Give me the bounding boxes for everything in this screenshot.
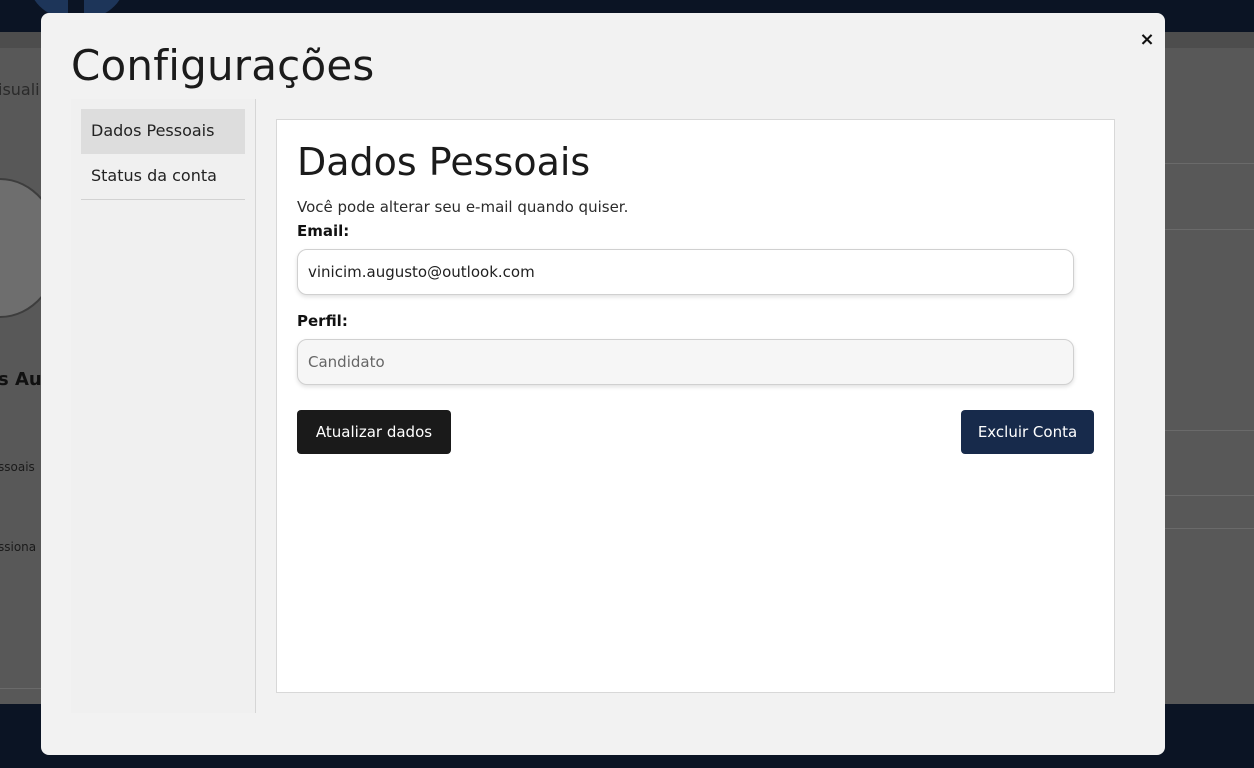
email-label: Email: bbox=[297, 222, 350, 240]
personal-data-panel: Dados Pessoais Você pode alterar seu e-m… bbox=[276, 119, 1115, 693]
background-divider bbox=[1165, 229, 1254, 230]
modal-title: Configurações bbox=[71, 41, 375, 90]
sidebar-item-status-da-conta[interactable]: Status da conta bbox=[81, 154, 245, 199]
delete-account-button[interactable]: Excluir Conta bbox=[961, 410, 1094, 454]
background-text-fragment: ssoais bbox=[0, 460, 35, 474]
background-divider bbox=[1165, 495, 1254, 496]
update-data-button[interactable]: Atualizar dados bbox=[297, 410, 451, 454]
background-text-fragment: ssiona bbox=[0, 540, 37, 554]
email-field[interactable] bbox=[297, 249, 1074, 295]
sidebar-list: Dados Pessoais Status da conta bbox=[81, 109, 245, 200]
perfil-label: Perfil: bbox=[297, 312, 348, 330]
sidebar-item-dados-pessoais[interactable]: Dados Pessoais bbox=[81, 109, 245, 154]
background-name-fragment: s Au bbox=[0, 369, 42, 390]
background-text-fragment: isuali bbox=[0, 80, 40, 99]
settings-modal: × Configurações Dados Pessoais Status da… bbox=[41, 13, 1165, 755]
settings-sidebar: Dados Pessoais Status da conta bbox=[71, 99, 256, 713]
background-divider bbox=[1165, 163, 1254, 164]
panel-description: Você pode alterar seu e-mail quando quis… bbox=[297, 198, 629, 216]
close-icon[interactable]: × bbox=[1138, 29, 1156, 51]
background-divider bbox=[1165, 528, 1254, 529]
background-divider bbox=[1165, 430, 1254, 431]
panel-title: Dados Pessoais bbox=[297, 140, 591, 184]
perfil-field[interactable] bbox=[297, 339, 1074, 385]
